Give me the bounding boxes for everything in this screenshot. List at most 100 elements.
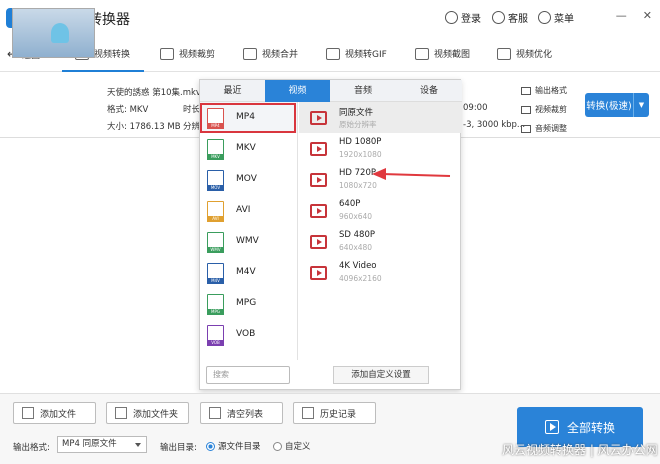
- file-format: 格式: MKV: [107, 105, 149, 115]
- convert-label: 转换(极速): [586, 101, 632, 112]
- video-thumbnail: [12, 8, 95, 58]
- tab-label: 视频合并: [262, 50, 299, 60]
- popup-tab-recent[interactable]: 最近: [200, 80, 265, 102]
- quality-item[interactable]: HD 1080P 1920x1080: [299, 133, 461, 164]
- video-file-icon: [310, 235, 327, 249]
- tab-video-merge[interactable]: 视频合并: [243, 47, 298, 60]
- support-label: 客服: [508, 14, 528, 25]
- quality-name: 同原文件: [339, 108, 374, 118]
- history-icon: [302, 407, 314, 419]
- add-folder-icon: [115, 407, 127, 419]
- quality-resolution: 4096x2160: [339, 274, 382, 283]
- minimize-button[interactable]: —: [616, 9, 627, 22]
- output-dir-label: 输出目录:: [160, 443, 197, 453]
- file-ratio-label: 分辨: [183, 122, 201, 132]
- file-format-icon: WMV: [207, 232, 224, 253]
- format-search-input[interactable]: 搜索: [206, 366, 290, 384]
- format-popup: 最近 视频 音频 设备 MP4 MP4 MKV MKV MOV MOV AVI AVI WMV W…: [199, 79, 462, 390]
- user-icon: [445, 11, 458, 24]
- format-tag: AVI: [207, 216, 224, 222]
- format-item-mpg[interactable]: MPG MPG: [200, 288, 297, 319]
- convert-fast-button[interactable]: 转换(极速) ▼: [585, 93, 649, 117]
- convert-all-label: 全部转换: [566, 420, 615, 435]
- tab-video-screenshot[interactable]: 视频截图: [415, 47, 470, 60]
- video-file-icon: [310, 173, 327, 187]
- format-item-mkv[interactable]: MKV MKV: [200, 133, 297, 164]
- format-name: MPG: [236, 298, 257, 308]
- format-tag: MOV: [207, 185, 224, 191]
- login-button[interactable]: 登录: [445, 10, 481, 25]
- output-duration: 09:00: [463, 103, 488, 113]
- format-tag: MKV: [207, 154, 224, 160]
- radio-checked-icon: [206, 441, 215, 451]
- button-label: 添加文件: [40, 409, 77, 420]
- tab-label: 视频转GIF: [345, 50, 387, 60]
- format-item-avi[interactable]: AVI AVI: [200, 195, 297, 226]
- popup-tab-video[interactable]: 视频: [265, 80, 330, 102]
- image-icon: [415, 47, 429, 60]
- crop-icon: [160, 47, 174, 60]
- popup-tab-device[interactable]: 设备: [396, 80, 462, 102]
- format-tag: WMV: [207, 247, 224, 253]
- quality-name: 640P: [339, 199, 361, 209]
- quality-item[interactable]: 640P 960x640: [299, 195, 461, 226]
- tab-label: 视频截图: [434, 50, 471, 60]
- radio-custom-dir[interactable]: 自定义: [273, 440, 311, 452]
- clear-list-button[interactable]: 清空列表: [200, 402, 283, 424]
- format-item-wmv[interactable]: WMV WMV: [200, 226, 297, 257]
- format-list: MP4 MP4 MKV MKV MOV MOV AVI AVI WMV WMV M4V M4V MPG M…: [200, 102, 298, 360]
- quality-resolution: 1920x1080: [339, 150, 382, 159]
- link-label: 视频裁剪: [535, 105, 567, 114]
- radio-label: 自定义: [285, 442, 311, 452]
- menu-button[interactable]: 菜单: [538, 10, 574, 25]
- play-icon: [544, 420, 559, 434]
- tab-video-crop[interactable]: 视频裁剪: [160, 47, 215, 60]
- support-button[interactable]: 客服: [492, 10, 528, 25]
- tab-video-gif[interactable]: 视频转GIF: [326, 47, 387, 60]
- radio-unchecked-icon: [273, 441, 282, 451]
- format-tag: M4V: [207, 278, 224, 284]
- output-format-link[interactable]: 输出格式: [521, 85, 567, 96]
- scissors-icon: [521, 105, 531, 114]
- format-item-mp4[interactable]: MP4 MP4: [200, 102, 297, 133]
- file-format-icon: MKV: [207, 139, 224, 160]
- file-format-icon: MOV: [207, 170, 224, 191]
- login-label: 登录: [461, 14, 481, 25]
- active-tab-indicator: [62, 70, 144, 72]
- button-label: 清空列表: [227, 409, 264, 420]
- output-format-select[interactable]: MP4 同原文件: [57, 436, 147, 453]
- optimize-icon: [497, 47, 511, 60]
- settings-icon: [521, 86, 531, 95]
- quality-item[interactable]: SD 480P 640x480: [299, 226, 461, 257]
- format-item-vob[interactable]: VOB VOB: [200, 319, 297, 350]
- add-folder-button[interactable]: 添加文件夹: [106, 402, 189, 424]
- format-name: MKV: [236, 143, 256, 153]
- format-name: VOB: [236, 329, 256, 339]
- crop-link[interactable]: 视频裁剪: [521, 104, 567, 115]
- quality-item[interactable]: 4K Video 4096x2160: [299, 257, 461, 288]
- radio-label: 源文件目录: [218, 442, 261, 452]
- quality-resolution: 960x640: [339, 212, 373, 221]
- popup-tab-audio[interactable]: 音频: [330, 80, 396, 102]
- video-file-icon: [310, 204, 327, 218]
- quality-item[interactable]: 同原文件 原始分辨率: [299, 102, 461, 133]
- tab-video-optimize[interactable]: 视频优化: [497, 47, 552, 60]
- output-bitrate: -3, 3000 kbp...: [463, 120, 526, 130]
- history-button[interactable]: 历史记录: [293, 402, 376, 424]
- quality-list: 同原文件 原始分辨率 HD 1080P 1920x1080 HD 720P 1080x72…: [299, 102, 461, 360]
- menu-icon: [538, 11, 551, 24]
- watermark-text: 风云视频转换器 | 风云办公网: [502, 443, 658, 457]
- add-custom-setting-button[interactable]: 添加自定义设置: [333, 366, 429, 384]
- output-format-label: 输出格式:: [13, 443, 50, 453]
- format-item-m4v[interactable]: M4V M4V: [200, 257, 297, 288]
- chevron-down-icon[interactable]: ▼: [633, 93, 649, 117]
- file-name: 天使的誘惑 第10集.mkv: [107, 88, 201, 98]
- quality-name: SD 480P: [339, 230, 375, 240]
- audio-adjust-link[interactable]: 音频调整: [521, 123, 567, 134]
- radio-source-dir[interactable]: 源文件目录: [206, 440, 261, 452]
- link-label: 音频调整: [535, 124, 567, 133]
- format-name: M4V: [236, 267, 256, 277]
- close-button[interactable]: ✕: [643, 9, 652, 22]
- add-file-button[interactable]: 添加文件: [13, 402, 96, 424]
- format-item-mov[interactable]: MOV MOV: [200, 164, 297, 195]
